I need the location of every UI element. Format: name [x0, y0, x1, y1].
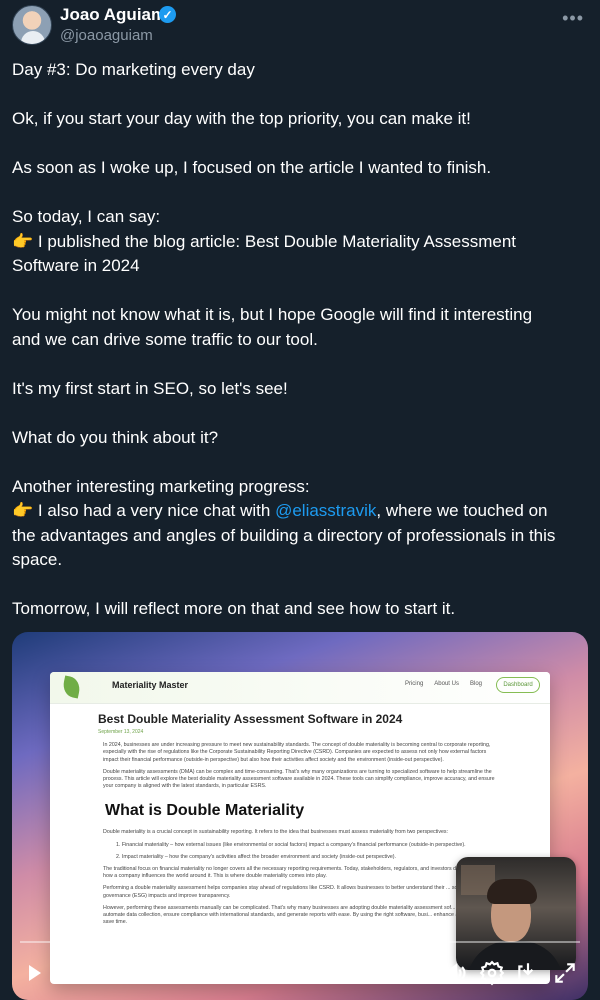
video-controls: 0:00 / 0:19: [12, 950, 588, 1000]
tweet-text-segment: I published the blog article: Best Doubl…: [33, 231, 517, 251]
nav-link-about[interactable]: About Us: [434, 681, 459, 687]
article-paragraph: Double materiality assessments (DMA) can…: [103, 768, 495, 790]
article-heading: What is Double Materiality: [105, 802, 305, 820]
tweet-line: 👉 I published the blog article: Best Dou…: [12, 230, 588, 255]
pointing-hand-icon: 👉: [12, 231, 34, 251]
tweet-line: and we can drive some traffic to our too…: [12, 329, 318, 349]
tweet-text-segment: , where we touched on: [376, 501, 548, 520]
nav-link-pricing[interactable]: Pricing: [405, 681, 423, 687]
download-icon[interactable]: [515, 960, 541, 986]
settings-icon[interactable]: [479, 960, 505, 986]
video-progress-bar[interactable]: [20, 941, 580, 943]
leaf-logo-icon: [61, 675, 82, 699]
tweet-line: Software in 2024: [12, 256, 140, 275]
volume-icon[interactable]: [442, 960, 468, 986]
fullscreen-icon[interactable]: [552, 960, 578, 986]
author-avatar[interactable]: [12, 5, 52, 45]
article-list-item: 1. Financial materiality – how external …: [116, 841, 466, 848]
verified-badge-icon: ✓: [159, 6, 176, 23]
article-title: Best Double Materiality Assessment Softw…: [98, 712, 403, 726]
tweet-line: space.: [12, 550, 63, 569]
tweet-header: Joao Aguiam ✓ @joaoaguiam •••: [0, 0, 600, 52]
author-name[interactable]: Joao Aguiam: [60, 5, 166, 25]
play-icon[interactable]: [29, 965, 41, 981]
tweet-line: What do you think about it?: [12, 427, 219, 447]
tweet-line: the advantages and angles of building a …: [12, 525, 556, 545]
site-name: Materiality Master: [112, 680, 189, 690]
site-nav-links: Pricing About Us Blog: [405, 681, 482, 687]
article-paragraph: Performing a double materiality assessme…: [103, 885, 478, 899]
article-paragraph: The traditional focus on financial mater…: [103, 866, 488, 880]
tweet-line: Tomorrow, I will reflect more on that an…: [12, 599, 456, 618]
video-time: 0:00 / 0:19: [355, 964, 432, 981]
article-paragraph: Double materiality is a crucial concept …: [103, 829, 449, 836]
article-paragraph: In 2024, businesses are under increasing…: [103, 742, 491, 763]
tweet-line: So today, I can say:: [12, 207, 161, 226]
tweet-text-segment: I also had a very nice chat with: [33, 501, 276, 520]
tweet-line: You might not know what it is, but I hop…: [12, 305, 533, 324]
article-date: September 13, 2024: [98, 729, 144, 735]
tweet-line: It's my first start in SEO, so let's see…: [12, 378, 288, 398]
article-list-item: 2. Impact materiality – how the company'…: [116, 853, 397, 860]
tweet-line: Another interesting marketing progress:: [12, 476, 310, 496]
person-hair: [487, 879, 537, 904]
author-handle[interactable]: @joaoaguiam: [60, 26, 153, 46]
article-paragraph: However, performing these assessments ma…: [103, 904, 487, 926]
more-options-icon[interactable]: •••: [562, 9, 584, 27]
tweet-line: As soon as I woke up, I focused on the a…: [12, 158, 492, 177]
tweet-text: Day #3: Do marketing every day Ok, if yo…: [12, 58, 588, 622]
tweet-line: Ok, if you start your day with the top p…: [12, 109, 471, 128]
pointing-hand-icon: 👉: [12, 501, 34, 520]
tweet-line: 👉 I also had a very nice chat with @elia…: [12, 499, 588, 524]
dashboard-button[interactable]: Dashboard: [496, 677, 540, 693]
video-media[interactable]: Materiality Master Pricing About Us Blog…: [12, 632, 588, 1000]
site-navbar: Materiality Master Pricing About Us Blog…: [50, 672, 550, 704]
tweet-line: Day #3: Do marketing every day: [12, 60, 255, 79]
nav-link-blog[interactable]: Blog: [470, 681, 482, 687]
mention-link[interactable]: @eliasstravik: [275, 501, 376, 520]
